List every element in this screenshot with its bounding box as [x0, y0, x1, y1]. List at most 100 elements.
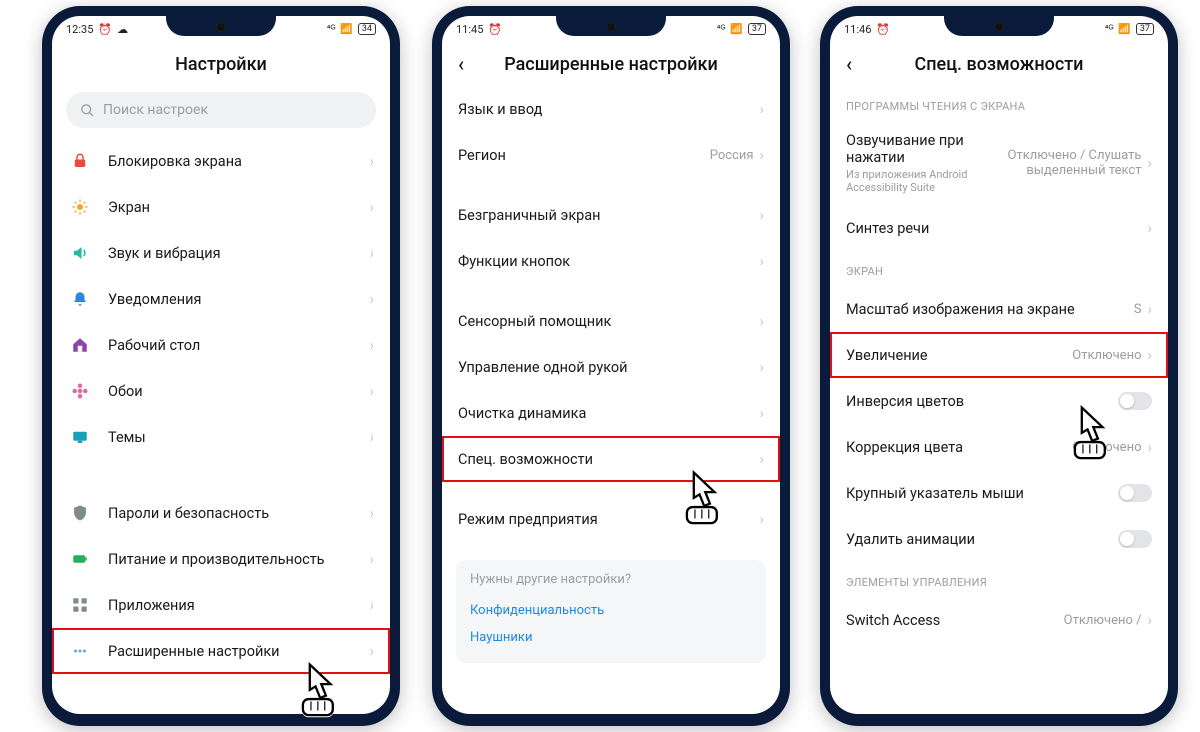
row-label: Спец. возможности [458, 451, 759, 468]
settings-row-theme[interactable]: Темы› [52, 414, 390, 460]
list-item[interactable]: Сенсорный помощник› [442, 298, 780, 344]
row-label: Режим предприятия [458, 511, 759, 528]
row-label: Питание и производительность [108, 551, 369, 568]
chevron-right-icon: › [759, 404, 764, 422]
row-label: Уведомления [108, 291, 369, 308]
chevron-right-icon: › [369, 428, 374, 446]
chevron-right-icon: › [369, 642, 374, 660]
row-label: Управление одной рукой [458, 359, 759, 376]
screen-3: 11:46 ⏰ ⁴ᴳ 📶 37 ‹ Спец. возможности ПРОГ… [830, 16, 1168, 714]
signal-icon: ⁴ᴳ [1105, 24, 1114, 35]
row-sublabel: Из приложения Android Accessibility Suit… [846, 168, 1001, 194]
row-value: Отключено / [1064, 613, 1142, 628]
search-placeholder: Поиск настроек [103, 102, 208, 118]
search-icon [80, 103, 95, 118]
settings-row-shield[interactable]: Пароли и безопасность› [52, 490, 390, 536]
chevron-right-icon: › [369, 504, 374, 522]
chevron-right-icon: › [1147, 300, 1152, 318]
screen-2: 11:45 ⏰ ⁴ᴳ 📶 37 ‹ Расширенные настройки … [442, 16, 780, 714]
list-item[interactable]: Функции кнопок› [442, 238, 780, 284]
row-value: Отключено [1072, 348, 1141, 363]
lock-icon [68, 152, 92, 170]
row-label: Приложения [108, 597, 369, 614]
list-item[interactable]: УвеличениеОтключено › [830, 332, 1168, 378]
row-label: Увеличение [846, 347, 1072, 364]
row-label: Регион [458, 147, 710, 164]
list-item[interactable]: Безграничный экран› [442, 192, 780, 238]
link-headphones[interactable]: Наушники [470, 624, 752, 651]
section-header: ПРОГРАММЫ ЧТЕНИЯ С ЭКРАНА [830, 86, 1168, 121]
chevron-right-icon: › [1147, 154, 1152, 172]
settings-row-bell[interactable]: Уведомления› [52, 276, 390, 322]
list-item[interactable]: Синтез речи› [830, 205, 1168, 251]
notch [166, 16, 276, 36]
row-label: Масштаб изображения на экране [846, 301, 1134, 318]
settings-row-dots[interactable]: Расширенные настройки› [52, 628, 390, 674]
chevron-right-icon: › [759, 146, 764, 164]
link-privacy[interactable]: Конфиденциальность [470, 597, 752, 624]
list-item[interactable]: Инверсия цветов [830, 378, 1168, 424]
list-item-cut[interactable]: Язык и ввод › [442, 86, 780, 132]
toggle-switch[interactable] [1118, 530, 1152, 548]
row-label: Удалить анимации [846, 531, 1118, 548]
back-button[interactable]: ‹ [454, 48, 468, 80]
status-time: 12:35 [66, 23, 93, 36]
status-time: 11:45 [456, 23, 483, 36]
row-label: Блокировка экрана [108, 153, 369, 170]
list-item[interactable]: Спец. возможности› [442, 436, 780, 482]
chevron-right-icon: › [759, 252, 764, 270]
list-item[interactable]: Озвучивание при нажатииИз приложения And… [830, 121, 1168, 205]
settings-row-lock[interactable]: Блокировка экрана› [52, 138, 390, 184]
sound-icon [68, 244, 92, 262]
chevron-right-icon: › [369, 290, 374, 308]
chevron-right-icon: › [1147, 346, 1152, 364]
chevron-right-icon: › [759, 100, 764, 118]
alarm-icon: ⏰ [488, 23, 502, 36]
battery-indicator: 37 [1136, 23, 1154, 35]
search-input[interactable]: Поиск настроек [66, 92, 376, 128]
section-header: ЭЛЕМЕНТЫ УПРАВЛЕНИЯ [830, 562, 1168, 597]
row-label: Функции кнопок [458, 253, 759, 270]
settings-row-battery[interactable]: Питание и производительность› [52, 536, 390, 582]
network-icon: 📶 [730, 24, 742, 35]
settings-row-home[interactable]: Рабочий стол› [52, 322, 390, 368]
chevron-right-icon: › [369, 382, 374, 400]
sun-icon [68, 198, 92, 216]
chevron-right-icon: › [1147, 219, 1152, 237]
list-item[interactable]: Switch AccessОтключено /› [830, 597, 1168, 643]
list-item[interactable]: Коррекция цветаОтключено› [830, 424, 1168, 470]
row-label: Обои [108, 383, 369, 400]
list-item[interactable]: Очистка динамика› [442, 390, 780, 436]
status-time: 11:46 [844, 23, 871, 36]
chevron-right-icon: › [369, 550, 374, 568]
bell-icon [68, 290, 92, 308]
row-value: S [1134, 302, 1142, 317]
list-item[interactable]: Управление одной рукой› [442, 344, 780, 390]
list-item[interactable]: РегионРоссия› [442, 132, 780, 178]
list-item[interactable]: Режим предприятия› [442, 496, 780, 542]
list-item[interactable]: Крупный указатель мыши [830, 470, 1168, 516]
row-label: Рабочий стол [108, 337, 369, 354]
cloud-icon: ☁ [117, 23, 128, 36]
toggle-switch[interactable] [1118, 484, 1152, 502]
list-item[interactable]: Удалить анимации [830, 516, 1168, 562]
settings-row-sun[interactable]: Экран› [52, 184, 390, 230]
page-title: ‹ Расширенные настройки [442, 42, 780, 86]
phone-mockup-1: 12:35 ⏰ ☁ ⁴ᴳ 📶 34 Настройки Поиск настро… [42, 6, 400, 726]
list-item[interactable]: Масштаб изображения на экранеS › [830, 286, 1168, 332]
settings-row-flower[interactable]: Обои› [52, 368, 390, 414]
flower-icon [68, 382, 92, 400]
chevron-right-icon: › [759, 510, 764, 528]
chevron-right-icon: › [759, 358, 764, 376]
settings-row-apps[interactable]: Приложения› [52, 582, 390, 628]
settings-row-sound[interactable]: Звук и вибрация› [52, 230, 390, 276]
chevron-right-icon: › [759, 312, 764, 330]
network-icon: 📶 [340, 24, 352, 35]
back-button[interactable]: ‹ [842, 48, 856, 80]
toggle-switch[interactable] [1118, 392, 1152, 410]
chevron-right-icon: › [369, 198, 374, 216]
theme-icon [68, 428, 92, 446]
row-label: Расширенные настройки [108, 643, 369, 660]
signal-icon: ⁴ᴳ [327, 24, 336, 35]
notch [944, 16, 1054, 36]
